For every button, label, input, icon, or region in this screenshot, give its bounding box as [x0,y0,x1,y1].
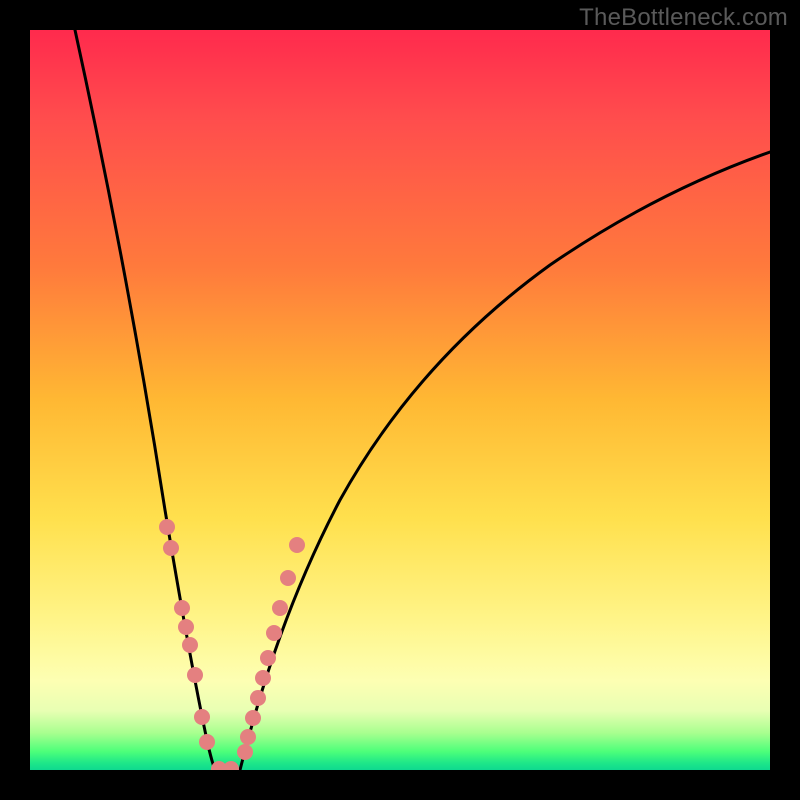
dots-right-group [237,537,305,760]
chart-svg [30,30,770,770]
dot [240,729,256,745]
dot [260,650,276,666]
left-curve [75,30,215,770]
dot [199,734,215,750]
watermark-text: TheBottleneck.com [579,4,788,32]
dot [182,637,198,653]
dot [255,670,271,686]
dots-left-group [159,519,239,770]
dot [174,600,190,616]
dot [280,570,296,586]
dot [187,667,203,683]
dot [272,600,288,616]
chart-frame: TheBottleneck.com [0,0,800,800]
dot [178,619,194,635]
dot [159,519,175,535]
dot [250,690,266,706]
dot [245,710,261,726]
dot [223,761,239,770]
dot [163,540,179,556]
plot-area [30,30,770,770]
right-curve [240,152,770,770]
dot [289,537,305,553]
dot [194,709,210,725]
dot [266,625,282,641]
dot [237,744,253,760]
